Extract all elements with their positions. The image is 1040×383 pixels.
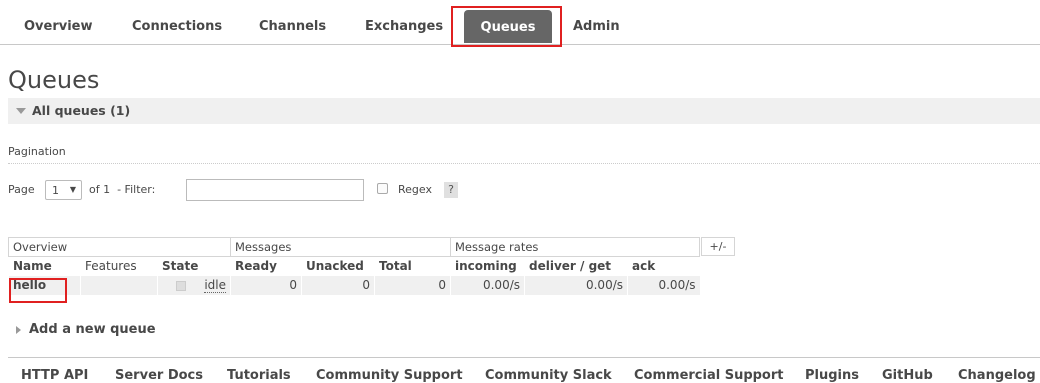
tab-connections[interactable]: Connections	[132, 19, 222, 34]
col-name[interactable]: Name	[8, 256, 81, 276]
state-indicator-icon	[176, 280, 187, 291]
table-row: hello idle 0 0 0 0.00/s 0.00/s 0.00/s	[8, 275, 700, 295]
col-unacked[interactable]: Unacked	[301, 256, 375, 276]
pagination-label: Pagination	[8, 145, 66, 158]
expand-triangle-icon	[16, 325, 21, 334]
footer-link-server-docs[interactable]: Server Docs	[115, 368, 203, 383]
all-queues-section-header[interactable]: All queues (1)	[8, 98, 1040, 124]
queue-state: idle	[157, 275, 231, 295]
group-messages: Messages	[230, 237, 451, 257]
add-queue-label: Add a new queue	[29, 322, 156, 337]
queue-features	[80, 275, 158, 295]
footer-link-http-api[interactable]: HTTP API	[21, 368, 88, 383]
queue-unacked: 0	[301, 275, 375, 295]
col-incoming[interactable]: incoming	[450, 256, 525, 276]
column-header-row: Name Features State Ready Unacked Total …	[8, 256, 700, 276]
footer-link-commercial-support[interactable]: Commercial Support	[634, 368, 784, 383]
footer-divider	[8, 357, 1040, 358]
queues-table: Overview Messages Message rates Name Fea…	[8, 237, 700, 295]
tab-exchanges[interactable]: Exchanges	[365, 19, 443, 34]
col-state[interactable]: State	[157, 256, 231, 276]
regex-checkbox[interactable]	[377, 183, 388, 194]
of-filter-label: of 1 - Filter:	[89, 183, 156, 196]
pagination-divider	[8, 163, 1040, 164]
queue-ack: 0.00/s	[627, 275, 700, 295]
section-label: All queues (1)	[32, 103, 131, 118]
col-ack[interactable]: ack	[627, 256, 700, 276]
group-overview: Overview	[8, 237, 231, 257]
footer-link-github[interactable]: GitHub	[882, 368, 933, 383]
page-select-value: 1	[52, 184, 59, 197]
queue-deliver-get: 0.00/s	[524, 275, 628, 295]
filter-input[interactable]	[186, 179, 364, 201]
page-select[interactable]: 1 ▼	[45, 180, 82, 200]
page-label: Page	[8, 183, 35, 196]
regex-help-icon[interactable]: ?	[444, 182, 458, 198]
add-queue-section-header[interactable]: Add a new queue	[16, 322, 156, 337]
top-nav: Overview Connections Channels Exchanges …	[0, 0, 1040, 45]
col-ready[interactable]: Ready	[230, 256, 302, 276]
col-deliver-get[interactable]: deliver / get	[524, 256, 628, 276]
tab-admin[interactable]: Admin	[573, 19, 620, 34]
page-title: Queues	[8, 66, 100, 94]
footer-link-community-slack[interactable]: Community Slack	[485, 368, 612, 383]
footer-link-plugins[interactable]: Plugins	[805, 368, 859, 383]
regex-label: Regex	[398, 183, 432, 196]
queue-ready: 0	[230, 275, 302, 295]
footer-link-changelog[interactable]: Changelog	[958, 368, 1036, 383]
tab-overview[interactable]: Overview	[24, 19, 93, 34]
footer-link-tutorials[interactable]: Tutorials	[227, 368, 291, 383]
queue-total: 0	[374, 275, 451, 295]
queue-state-text: idle	[204, 278, 226, 293]
group-header-row: Overview Messages Message rates	[8, 237, 700, 257]
tab-channels[interactable]: Channels	[259, 19, 326, 34]
chevron-down-icon: ▼	[69, 185, 76, 194]
collapse-triangle-icon	[16, 108, 26, 114]
footer-link-community-support[interactable]: Community Support	[316, 368, 463, 383]
column-toggle-button[interactable]: +/-	[701, 237, 735, 256]
col-total[interactable]: Total	[374, 256, 451, 276]
tab-queues-label: Queues	[480, 20, 536, 35]
group-message-rates: Message rates	[450, 237, 700, 257]
queue-incoming: 0.00/s	[450, 275, 525, 295]
col-features: Features	[80, 256, 158, 276]
tab-queues[interactable]: Queues	[464, 10, 552, 43]
queue-name-link[interactable]: hello	[8, 275, 81, 295]
